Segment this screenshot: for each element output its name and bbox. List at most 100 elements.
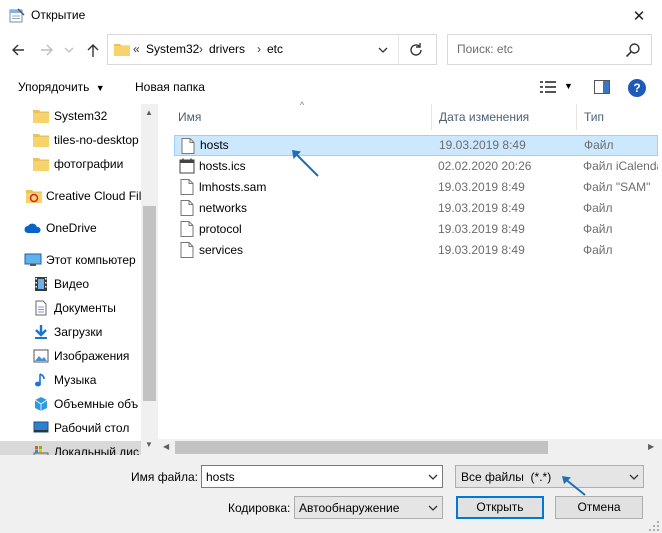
open-button[interactable]: Открыть [456,496,544,519]
chevron-down-icon [64,47,74,53]
preview-pane-icon [594,80,610,94]
creative-cloud-icon [26,190,42,203]
sort-ascending-icon: ^ [300,100,305,110]
table-row[interactable]: services 19.03.2019 8:49 Файл [174,240,658,261]
sidebar-item-local-disk[interactable]: Локальный дис [0,441,141,455]
file-type: Файл [583,243,613,257]
chevron-down-icon[interactable] [428,473,438,481]
table-row[interactable]: protocol 19.03.2019 8:49 Файл [174,219,658,240]
file-list[interactable]: ^ Имя Дата изменения Тип hosts 19.03.201… [158,100,662,439]
file-date: 02.02.2020 20:26 [438,159,532,173]
breadcrumb-system32[interactable]: System32 [146,42,199,56]
recent-locations-button[interactable] [60,41,78,59]
table-row[interactable]: hosts.ics 02.02.2020 20:26 Файл iCalenda [174,156,658,177]
arrow-left-icon [12,44,24,56]
file-date: 19.03.2019 8:49 [439,138,526,152]
local-disk-icon [33,446,49,455]
file-type: Файл "SAM" [583,180,651,194]
file-name: hosts.ics [199,159,246,173]
chevron-down-icon [428,504,438,512]
sidebar-item-label: Этот компьютер [46,253,136,267]
sidebar-item-this-pc[interactable]: Этот компьютер [0,249,141,271]
sidebar-item-3d-objects[interactable]: Объемные объ [0,393,141,415]
sidebar-item-label: tiles-no-desktop [54,133,139,147]
breadcrumb-drivers[interactable]: drivers [209,42,245,56]
sidebar-item-pictures[interactable]: Изображения [0,345,141,367]
column-header-name[interactable]: Имя [178,104,201,130]
scroll-left-arrow-icon[interactable]: ◀ [163,442,169,451]
organize-button[interactable]: Упорядочить ▼ [18,80,105,94]
sidebar-item-creative-cloud[interactable]: Creative Cloud Fil [0,185,141,207]
downloads-icon [35,325,47,339]
breadcrumb-separator[interactable]: › [257,42,261,56]
file-name: protocol [199,222,242,236]
navigation-pane[interactable]: System32 tiles-no-desktop фотографии Cre… [0,104,158,455]
breadcrumb-separator[interactable]: › [199,42,203,56]
filename-combobox[interactable]: hosts [201,465,443,488]
file-type-filter-select[interactable]: Все файлы (*.*) [455,465,644,488]
sidebar-item-video[interactable]: Видео [0,273,141,295]
scroll-down-arrow-icon[interactable]: ▼ [145,440,153,449]
sidebar-item-label: System32 [54,109,108,123]
file-date: 19.03.2019 8:49 [438,222,525,236]
refresh-button[interactable] [408,42,424,58]
up-button[interactable] [84,41,102,59]
help-button[interactable]: ? [628,79,646,97]
file-icon [180,179,194,195]
sidebar-item-tiles-no-desktop[interactable]: tiles-no-desktop [0,129,141,151]
file-date: 19.03.2019 8:49 [438,201,525,215]
sidebar-scroll-thumb[interactable] [143,206,156,401]
scroll-right-arrow-icon[interactable]: ▶ [648,442,654,451]
address-bar[interactable]: « System32 › drivers › etc [107,34,437,65]
column-divider[interactable] [576,104,577,130]
search-input[interactable]: Поиск: etc [447,34,652,65]
title-bar [0,0,662,31]
sidebar-item-onedrive[interactable]: OneDrive [0,217,141,239]
sidebar-item-music[interactable]: Музыка [0,369,141,391]
table-row[interactable]: networks 19.03.2019 8:49 Файл [174,198,658,219]
onedrive-icon [24,223,41,233]
arrow-right-icon [41,44,53,56]
file-icon [180,221,194,237]
column-header-date[interactable]: Дата изменения [439,104,529,130]
resize-grip-icon[interactable] [648,520,660,532]
help-icon: ? [633,81,641,95]
sidebar-item-desktop[interactable]: Рабочий стол [0,417,141,439]
new-folder-button[interactable]: Новая папка [135,80,205,94]
sidebar-item-documents[interactable]: Документы [0,297,141,319]
table-row[interactable]: hosts 19.03.2019 8:49 Файл [174,135,658,156]
sidebar-item-label: Рабочий стол [54,421,130,435]
sidebar-item-system32[interactable]: System32 [0,105,141,127]
pictures-icon [33,349,49,363]
file-name: networks [199,201,248,215]
horizontal-scroll-thumb[interactable] [175,441,548,454]
forward-button[interactable] [38,41,56,59]
cancel-button[interactable]: Отмена [555,496,643,519]
horizontal-scrollbar[interactable]: ◀ ▶ [158,439,662,456]
address-divider [398,35,399,64]
view-options-button[interactable] [540,80,556,94]
close-button[interactable]: ✕ [616,0,662,31]
file-date: 19.03.2019 8:49 [438,180,525,194]
calendar-file-icon [179,158,195,174]
preview-pane-button[interactable] [594,80,610,94]
address-dropdown-button[interactable] [378,46,388,54]
sidebar-item-label: Creative Cloud Fil [46,189,141,203]
sidebar-item-downloads[interactable]: Загрузки [0,321,141,343]
sidebar-scrollbar[interactable]: ▲ ▼ [141,104,158,455]
arrow-up-icon [87,44,99,57]
back-button[interactable] [9,41,27,59]
file-type: Файл [584,138,614,152]
breadcrumb-etc[interactable]: etc [267,42,283,56]
column-header-type[interactable]: Тип [584,104,604,130]
encoding-select[interactable]: Автообнаружение [294,496,443,519]
scroll-up-arrow-icon[interactable]: ▲ [145,108,153,117]
breadcrumb-overflow[interactable]: « [133,42,140,56]
column-divider[interactable] [431,104,432,130]
view-dropdown-caret-icon[interactable]: ▼ [564,81,573,91]
folder-icon [33,134,49,147]
documents-icon [35,300,47,316]
file-date: 19.03.2019 8:49 [438,243,525,257]
table-row[interactable]: lmhosts.sam 19.03.2019 8:49 Файл "SAM" [174,177,658,198]
sidebar-item-photos[interactable]: фотографии [0,153,141,175]
